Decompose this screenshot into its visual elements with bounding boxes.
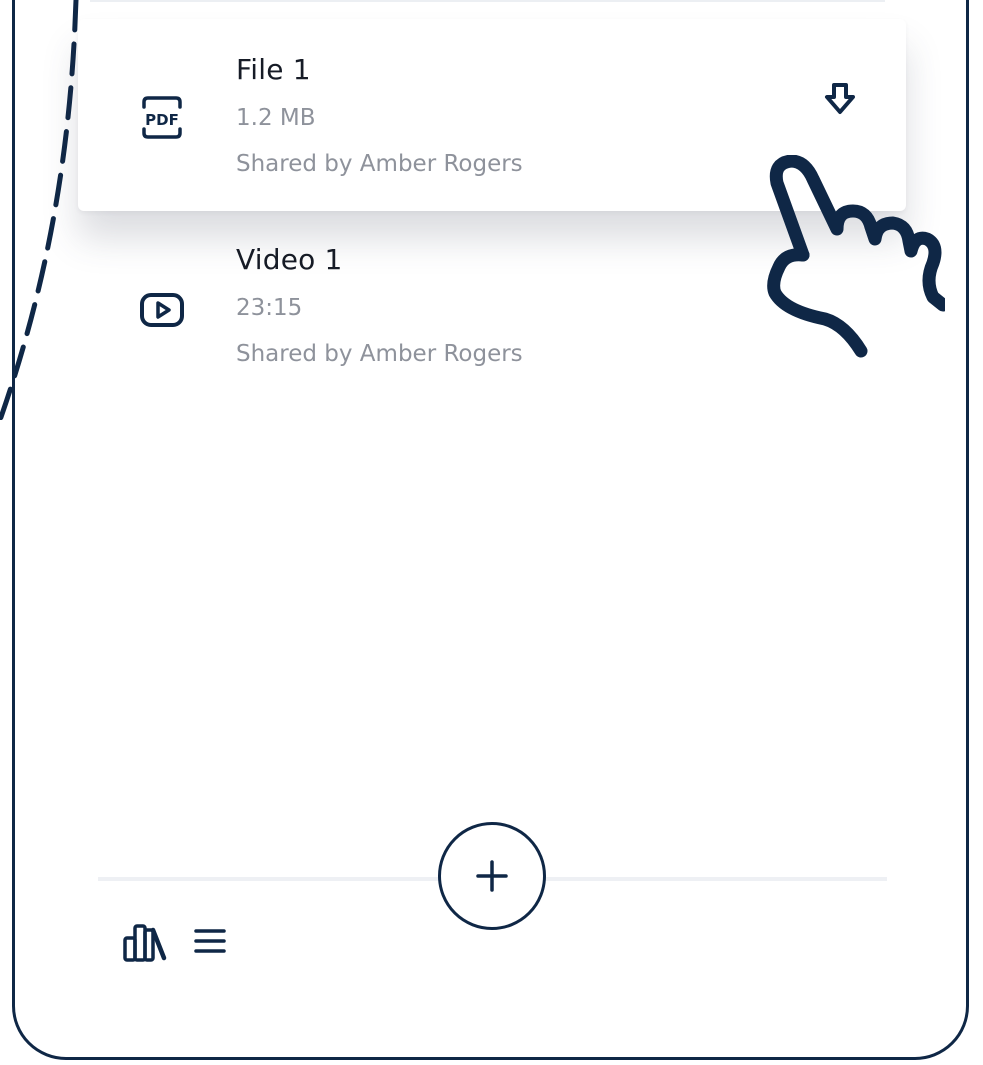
file-title: Video 1 <box>236 243 343 276</box>
file-shared-by: Shared by Amber Rogers <box>236 341 523 367</box>
add-button[interactable] <box>438 822 546 930</box>
file-title: File 1 <box>236 53 311 86</box>
video-play-icon <box>140 293 184 327</box>
library-books-icon[interactable] <box>120 920 170 964</box>
download-arrow-icon[interactable] <box>820 79 860 119</box>
pointing-hand-icon <box>767 155 945 358</box>
hamburger-menu-icon[interactable] <box>193 925 227 957</box>
plus-icon <box>476 860 508 892</box>
file-size: 1.2 MB <box>236 105 316 131</box>
pdf-icon: PDF <box>142 96 182 139</box>
file-shared-by: Shared by Amber Rogers <box>236 151 523 177</box>
video-duration: 23:15 <box>236 295 303 321</box>
top-divider <box>90 0 885 2</box>
pdf-icon-label: PDF <box>145 111 179 129</box>
